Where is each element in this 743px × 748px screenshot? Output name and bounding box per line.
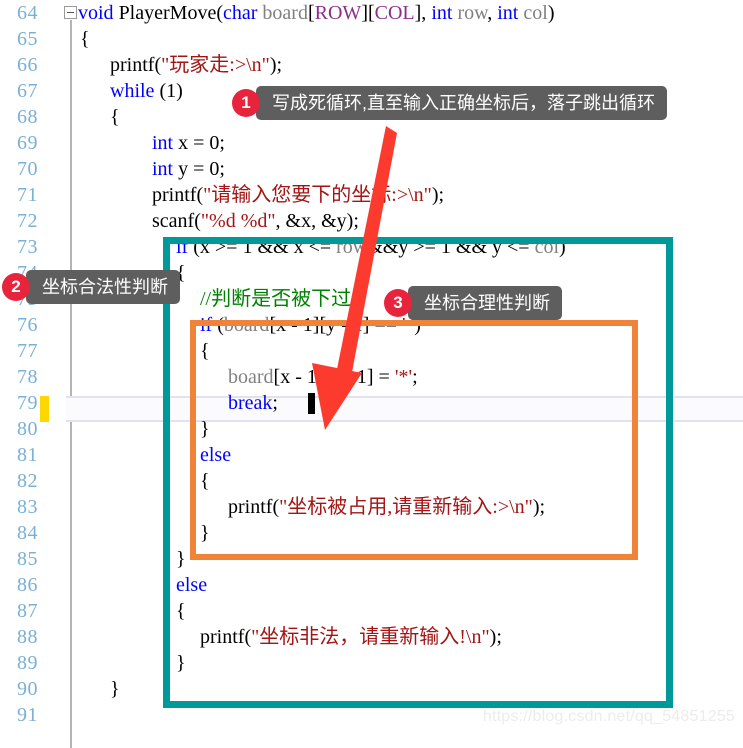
callout-3: 3 坐标合理性判断 xyxy=(384,286,562,320)
code-line-72: scanf("%d %d", &x, &y); xyxy=(152,210,359,232)
line-number: 70 xyxy=(17,158,38,180)
callout-1-badge: 1 xyxy=(232,89,260,117)
code-editor: 64 65 66 67 68 69 70 71 72 73 74 75 76 7… xyxy=(0,0,743,748)
callout-3-badge: 3 xyxy=(384,289,412,317)
line-number: 65 xyxy=(17,28,38,50)
line-number: 73 xyxy=(17,236,38,258)
line-number: 86 xyxy=(17,574,38,596)
line-number: 66 xyxy=(17,54,38,76)
line-number: 64 xyxy=(17,2,38,24)
callout-2-badge: 2 xyxy=(2,273,30,301)
code-line-78: board[x - 1][y - 1] = '*'; xyxy=(228,366,418,388)
line-number: 76 xyxy=(17,314,38,336)
line-number: 90 xyxy=(17,678,38,700)
watermark: https://blog.csdn.net/qq_54851255 xyxy=(482,708,735,725)
line-number: 87 xyxy=(17,600,38,622)
callout-1-bubble: 写成死循环,直至输入正确坐标后，落子跳出循环 xyxy=(249,86,667,120)
code-line-67: while (1) xyxy=(110,80,183,102)
line-number: 91 xyxy=(17,704,38,726)
code-line-73: if (x >= 1 && x <= row&&y >= 1 && y <= c… xyxy=(176,236,566,258)
line-number: 72 xyxy=(17,210,38,232)
code-line-64: void PlayerMove(char board[ROW][COL], in… xyxy=(78,2,555,24)
callout-3-bubble: 坐标合理性判断 xyxy=(401,286,562,320)
line-number: 83 xyxy=(17,496,38,518)
unsaved-change-marker xyxy=(40,396,49,422)
code-line-86: else xyxy=(176,574,208,596)
line-number: 80 xyxy=(17,418,38,440)
code-line-68: { xyxy=(110,106,120,128)
code-line-85: } xyxy=(176,548,186,570)
code-line-79: break; xyxy=(228,392,278,414)
code-line-88: printf("坐标非法，请重新输入!\n"); xyxy=(200,626,502,648)
code-line-65: { xyxy=(80,28,90,50)
text-caret xyxy=(308,393,315,414)
code-line-81: else xyxy=(200,444,232,466)
line-number: 68 xyxy=(17,106,38,128)
code-line-75: //判断是否被下过 xyxy=(200,288,352,310)
code-line-71: printf("请输入您要下的坐标:>\n"); xyxy=(152,184,445,206)
line-number: 89 xyxy=(17,652,38,674)
code-line-70: int y = 0; xyxy=(152,158,225,180)
line-number: 81 xyxy=(17,444,38,466)
code-line-84: } xyxy=(200,522,210,544)
line-number: 79 xyxy=(17,392,38,414)
code-line-69: int x = 0; xyxy=(152,132,225,154)
code-line-82: { xyxy=(200,470,210,492)
code-line-77: { xyxy=(200,340,210,362)
line-number: 82 xyxy=(17,470,38,492)
line-number-gutter: 64 65 66 67 68 69 70 71 72 73 74 75 76 7… xyxy=(0,0,60,748)
line-number: 77 xyxy=(17,340,38,362)
callout-2: 2 坐标合法性判断 xyxy=(2,270,180,304)
line-number: 78 xyxy=(17,366,38,388)
code-line-83: printf("坐标被占用,请重新输入:>\n"); xyxy=(228,496,546,518)
code-line-80: } xyxy=(200,418,210,440)
code-line-89: } xyxy=(176,652,186,674)
code-line-87: { xyxy=(176,600,186,622)
line-number: 85 xyxy=(17,548,38,570)
code-line-66: printf("玩家走:>\n"); xyxy=(110,54,283,76)
code-line-90: } xyxy=(110,678,120,700)
line-number: 88 xyxy=(17,626,38,648)
line-number: 71 xyxy=(17,184,38,206)
line-number: 67 xyxy=(17,80,38,102)
callout-2-bubble: 坐标合法性判断 xyxy=(19,270,180,304)
line-number: 84 xyxy=(17,522,38,544)
callout-1: 1 写成死循环,直至输入正确坐标后，落子跳出循环 xyxy=(232,86,667,120)
line-number: 69 xyxy=(17,132,38,154)
